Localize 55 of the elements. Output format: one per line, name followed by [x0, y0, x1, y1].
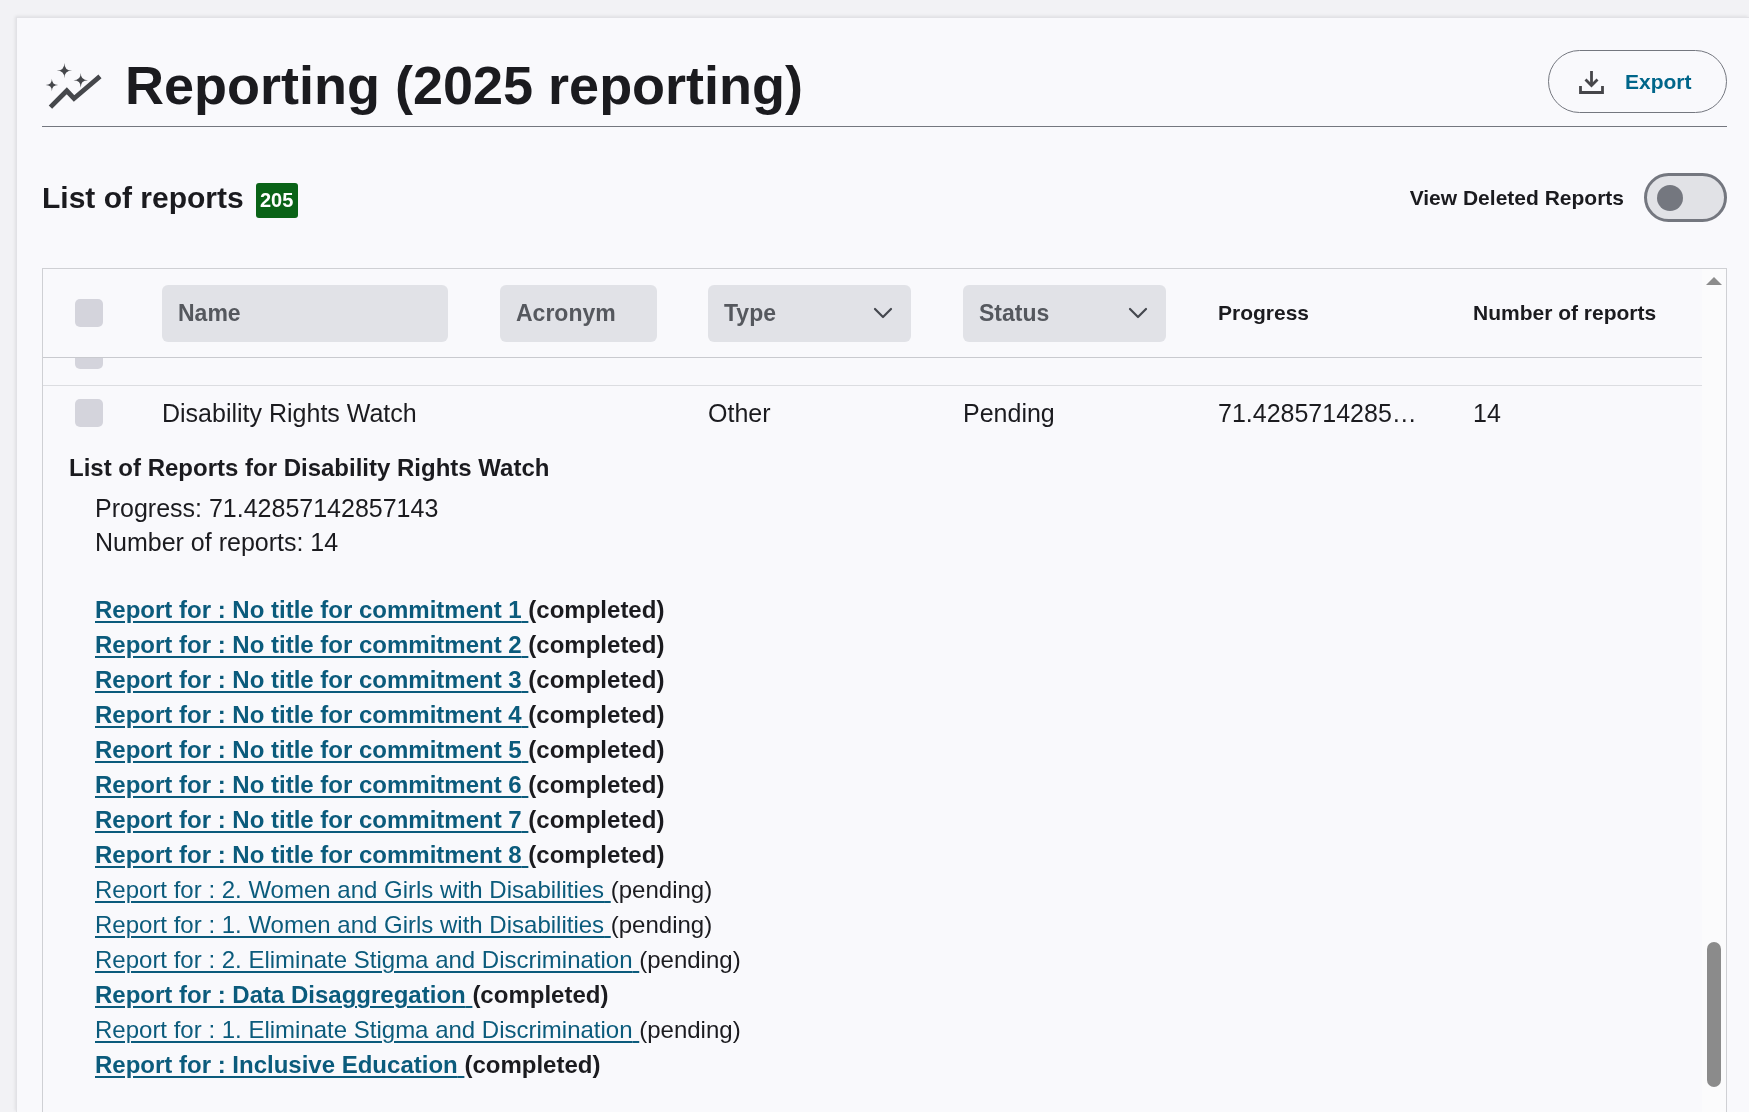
- table-cell: Disability Rights Watch: [162, 398, 417, 428]
- table-cell: 14: [1473, 398, 1501, 428]
- report-link[interactable]: Report for : No title for commitment 6: [95, 771, 529, 798]
- report-link[interactable]: Report for : 1. Eliminate Stigma and Discrimination: [95, 1016, 640, 1043]
- filter-dropdown[interactable]: Type: [708, 284, 911, 342]
- report-link[interactable]: Report for : No title for commitment 2: [95, 631, 529, 658]
- toggle-switch[interactable]: [1644, 173, 1727, 222]
- report-status: (completed): [528, 771, 665, 798]
- table-cell: Pending: [963, 398, 1055, 428]
- filter-dropdown[interactable]: Status: [963, 284, 1166, 342]
- scroll-up-arrow-icon[interactable]: [1706, 277, 1722, 285]
- column-header: Progress: [1218, 301, 1310, 325]
- report-link[interactable]: Report for : 1. Women and Girls with Disabilities: [95, 911, 611, 938]
- report-status: (pending): [639, 946, 741, 973]
- report-link[interactable]: Report for : No title for commitment 3: [95, 666, 529, 693]
- filter-field[interactable]: Name: [162, 284, 448, 342]
- row-checkbox[interactable]: [75, 358, 103, 369]
- report-status: (pending): [610, 911, 713, 938]
- report-link[interactable]: Report for : No title for commitment 1: [95, 596, 529, 623]
- report-link[interactable]: Report for : Data Disaggregation: [95, 981, 473, 1008]
- download-icon: [1578, 68, 1605, 95]
- toggle-label: View Deleted Reports: [1409, 185, 1624, 210]
- filter-field[interactable]: Acronym: [500, 284, 657, 342]
- report-status: (pending): [610, 876, 713, 903]
- progress-text: Progress: 71.42857142857143: [95, 493, 440, 524]
- chevron-down-icon: [873, 307, 893, 319]
- report-status: (pending): [639, 1016, 741, 1043]
- chevron-down-icon: [1128, 307, 1148, 319]
- table-cell: Other: [708, 398, 771, 428]
- report-status: (completed): [528, 841, 665, 868]
- report-status: (completed): [528, 701, 665, 728]
- report-link[interactable]: Report for : 2. Eliminate Stigma and Discrimination: [95, 946, 640, 973]
- report-status: (completed): [528, 631, 665, 658]
- list-title: List of reports: [42, 180, 244, 215]
- report-link[interactable]: Report for : No title for commitment 5: [95, 736, 529, 763]
- report-status: (completed): [528, 806, 665, 833]
- count-badge: 205: [255, 183, 298, 218]
- column-header: Number of reports: [1473, 301, 1657, 325]
- report-count-text: Number of reports: 14: [95, 527, 340, 558]
- select-all-checkbox[interactable]: [75, 299, 103, 327]
- details-title: List of Reports for Disability Rights Watch: [69, 453, 551, 483]
- report-link[interactable]: Report for : No title for commitment 8: [95, 841, 529, 868]
- report-status: (completed): [528, 736, 665, 763]
- page-title: Reporting (2025 reporting): [125, 54, 804, 117]
- report-link[interactable]: Report for : No title for commitment 7: [95, 806, 529, 833]
- report-link[interactable]: Report for : Inclusive Education: [95, 1051, 465, 1078]
- row-checkbox[interactable]: [75, 399, 103, 427]
- report-status: (completed): [464, 1051, 601, 1078]
- report-link[interactable]: Report for : No title for commitment 4: [95, 701, 529, 728]
- scrollbar-thumb[interactable]: [1707, 942, 1721, 1087]
- report-status: (completed): [528, 596, 665, 623]
- report-status: (completed): [472, 981, 609, 1008]
- report-status: (completed): [528, 666, 665, 693]
- table-cell: 71.4285714285…: [1218, 398, 1417, 428]
- report-link[interactable]: Report for : 2. Women and Girls with Disabilities: [95, 876, 611, 903]
